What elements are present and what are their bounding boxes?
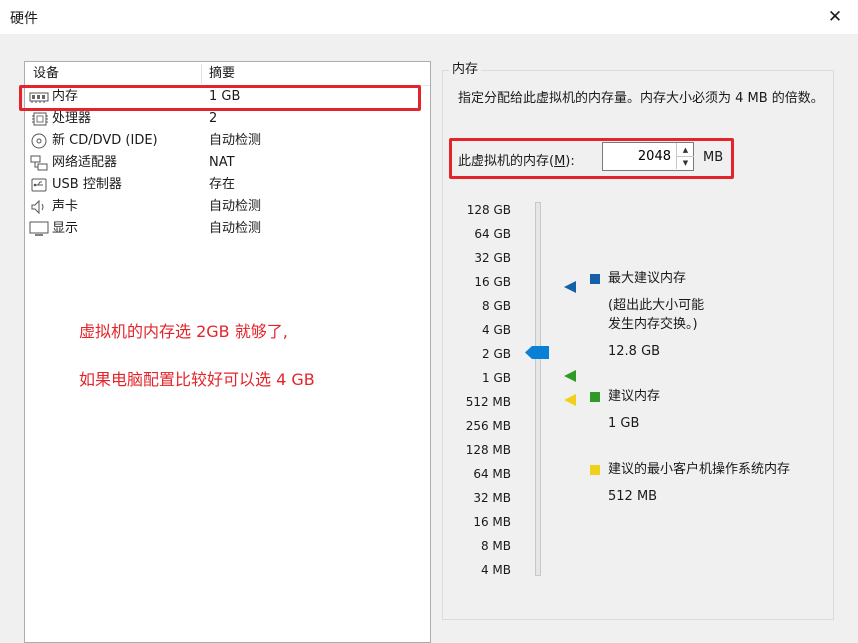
scale-label: 4 GB: [482, 323, 511, 337]
scale-label: 128 MB: [465, 443, 511, 457]
device-name: 处理器: [52, 111, 92, 126]
max-legend-square: [590, 274, 600, 284]
device-name: USB 控制器: [52, 177, 122, 192]
triangle-down-icon: ▼: [682, 158, 689, 167]
triangle-up-icon: ▲: [682, 145, 689, 154]
title-bar: 硬件 ✕: [0, 0, 858, 34]
scale-label: 128 GB: [466, 203, 511, 217]
device-summary: 2: [209, 111, 218, 126]
scale-label: 4 MB: [480, 563, 511, 577]
sound-card-icon: [31, 199, 44, 215]
max-recommended-marker-icon: [564, 281, 576, 293]
minimum-legend-value: 512 MB: [608, 489, 658, 504]
device-row-network-adapter[interactable]: 网络适配器 NAT: [25, 152, 430, 174]
scale-label: 32 GB: [474, 251, 511, 265]
scale-label: 16 GB: [474, 275, 511, 289]
max-legend-value: 12.8 GB: [608, 344, 661, 359]
device-row-display[interactable]: 显示 自动检测: [25, 218, 430, 240]
scale-label: 32 MB: [473, 491, 511, 505]
close-icon: ✕: [827, 7, 843, 27]
scale-label: 2 GB: [482, 347, 511, 361]
scale-label: 256 MB: [465, 419, 511, 433]
scale-label: 1 GB: [482, 371, 511, 385]
annotation-line-1: 虚拟机的内存选 2GB 就够了,: [79, 322, 288, 341]
column-header-device[interactable]: 设备: [33, 64, 59, 84]
memory-slider-thumb[interactable]: [525, 346, 549, 359]
minimum-legend-title: 建议的最小客户机操作系统内存: [608, 462, 791, 477]
memory-description: 指定分配给此虚拟机的内存量。内存大小必须为 4 MB 的倍数。: [458, 91, 824, 106]
minimum-legend-square: [590, 465, 600, 475]
scale-label: 64 GB: [474, 227, 511, 241]
device-name: 声卡: [52, 199, 79, 214]
spin-up-button[interactable]: ▲: [676, 143, 694, 157]
window-title: 硬件: [10, 11, 38, 27]
spin-down-button[interactable]: ▼: [676, 156, 694, 169]
minimum-marker-icon: [564, 394, 576, 406]
recommended-legend-square: [590, 392, 600, 402]
device-summary: 自动检测: [209, 221, 262, 236]
memory-label-hotkey: M: [554, 154, 566, 169]
usb-icon: [31, 178, 47, 192]
column-divider[interactable]: [201, 64, 202, 84]
scale-label: 8 GB: [482, 299, 511, 313]
recommended-marker-icon: [564, 370, 576, 382]
memory-input[interactable]: [603, 143, 675, 170]
device-summary: 存在: [209, 177, 236, 192]
network-adapter-icon: [30, 155, 48, 171]
max-legend-note-1: (超出此大小可能: [608, 298, 705, 313]
device-name: 显示: [52, 221, 79, 236]
column-header-summary[interactable]: 摘要: [209, 64, 235, 84]
device-name: 新 CD/DVD (IDE): [52, 133, 158, 148]
device-summary: NAT: [209, 155, 235, 170]
device-name: 网络适配器: [52, 155, 118, 170]
display-icon: [29, 221, 49, 236]
device-summary: 自动检测: [209, 199, 262, 214]
close-button[interactable]: ✕: [812, 0, 858, 34]
memory-unit: MB: [703, 150, 724, 165]
device-row-usb[interactable]: USB 控制器 存在: [25, 174, 430, 196]
max-legend-note-2: 发生内存交换。): [608, 317, 698, 332]
scale-label: 64 MB: [473, 467, 511, 481]
device-row-cd-dvd[interactable]: 新 CD/DVD (IDE) 自动检测: [25, 130, 430, 152]
scale-label: 8 MB: [480, 539, 511, 553]
memory-label: 此虚拟机的内存(M):: [458, 154, 575, 169]
recommended-legend-value: 1 GB: [608, 416, 640, 431]
memory-spinbox[interactable]: ▲ ▼: [602, 142, 694, 171]
memory-group-title: 内存: [449, 62, 482, 78]
device-summary: 自动检测: [209, 133, 262, 148]
device-row-processor[interactable]: 处理器 2: [25, 108, 430, 130]
memory-slider-track[interactable]: [535, 202, 541, 576]
processor-icon: [32, 112, 48, 126]
annotation-line-2: 如果电脑配置比较好可以选 4 GB: [79, 370, 315, 389]
memory-row-highlight: [19, 85, 421, 111]
max-legend-title: 最大建议内存: [608, 271, 687, 286]
scale-label: 16 MB: [473, 515, 511, 529]
device-row-sound-card[interactable]: 声卡 自动检测: [25, 196, 430, 218]
device-list[interactable]: 设备 摘要 内存 1 GB 处理器 2 新 CD/DVD (IDE) 自动检测: [24, 61, 431, 643]
recommended-legend-title: 建议内存: [608, 389, 661, 404]
scale-label: 512 MB: [465, 395, 511, 409]
cd-dvd-icon: [31, 133, 47, 149]
